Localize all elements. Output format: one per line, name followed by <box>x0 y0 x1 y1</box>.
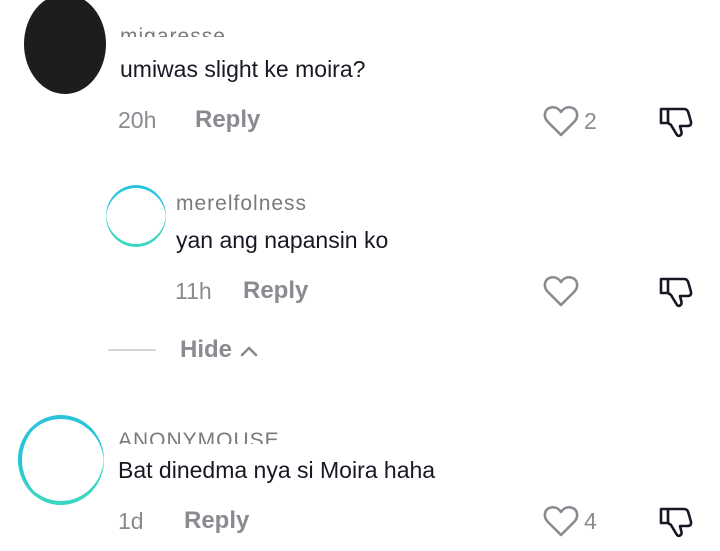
thumbs-down-icon[interactable] <box>658 273 694 309</box>
avatar[interactable] <box>24 0 106 94</box>
reply-button[interactable]: Reply <box>243 277 308 305</box>
reply-button[interactable]: Reply <box>195 106 260 134</box>
hide-replies-label: Hide <box>180 336 233 363</box>
reply-button[interactable]: Reply <box>184 507 249 535</box>
avatar[interactable] <box>106 185 166 247</box>
comment-timestamp: 1d <box>118 508 144 534</box>
comment-username[interactable]: merelfolness <box>176 190 307 210</box>
avatar[interactable] <box>18 415 104 505</box>
thumbs-down-icon[interactable] <box>658 103 694 139</box>
comment-username[interactable]: ANONYMOUSE <box>118 428 280 444</box>
heart-outline-icon[interactable] <box>543 105 579 137</box>
comment-timestamp: 11h <box>175 278 212 304</box>
chevron-up-icon <box>240 336 258 364</box>
comment-text: yan ang napansin ko <box>176 227 389 253</box>
comment-timestamp: 20h <box>118 107 157 133</box>
like-count: 2 <box>584 108 597 134</box>
thumbs-down-icon[interactable] <box>658 503 694 539</box>
comment-username[interactable]: migaresse <box>120 17 226 37</box>
hide-replies-button[interactable]: Hide <box>180 336 258 364</box>
comment-text: umiwas slight ke moira? <box>120 56 366 82</box>
divider <box>108 349 156 351</box>
heart-outline-icon[interactable] <box>543 505 579 537</box>
heart-outline-icon[interactable] <box>543 275 579 307</box>
comment-text: Bat dinedma nya si Moira haha <box>118 457 436 483</box>
like-count: 4 <box>584 508 597 534</box>
